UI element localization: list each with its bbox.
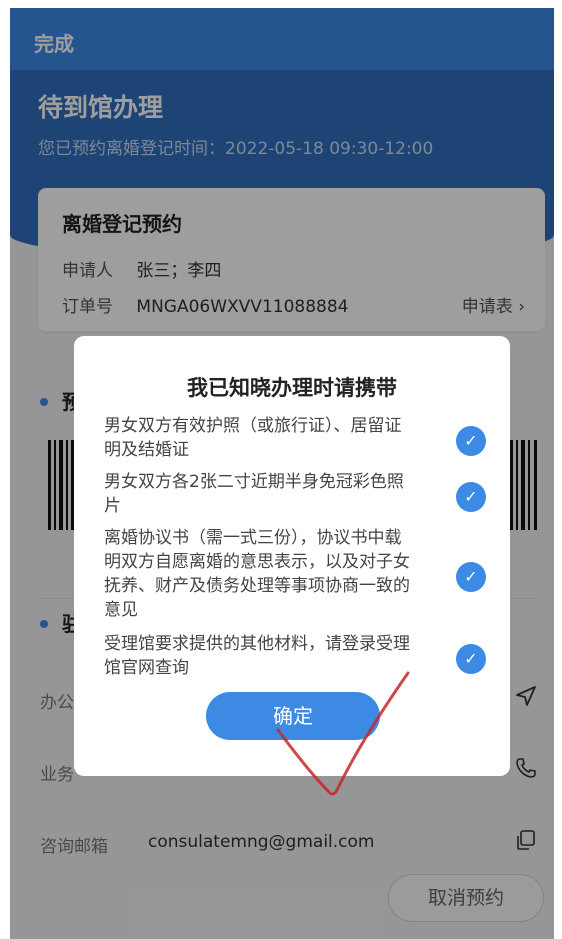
red-check-annotation	[276, 671, 410, 796]
app-screen: 完成 待到馆办理 您已预约离婚登记时间：2022-05-18 09:30-12:…	[10, 8, 554, 939]
